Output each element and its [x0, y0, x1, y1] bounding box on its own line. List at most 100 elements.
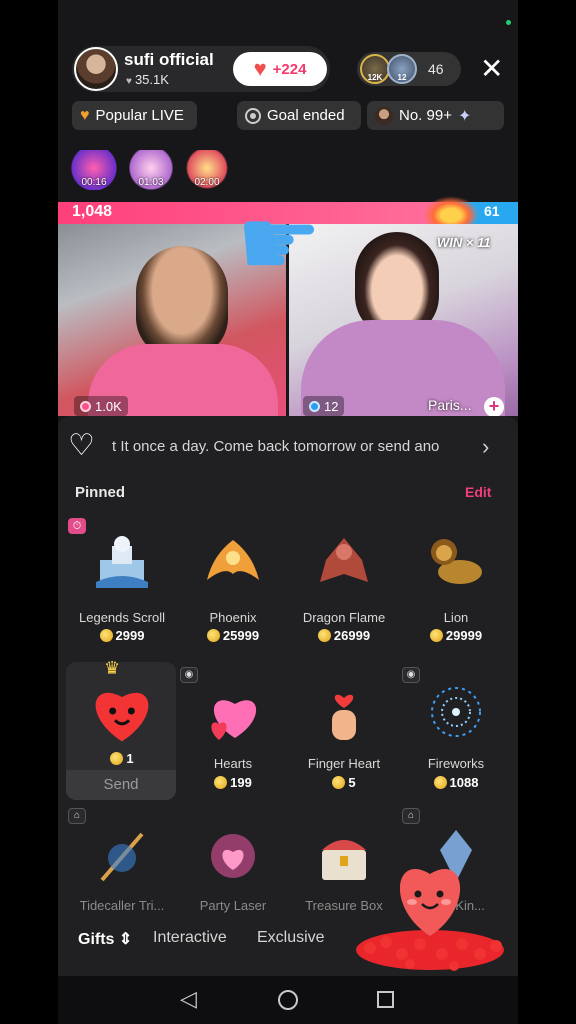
host-likes-count: 35.1K: [134, 72, 169, 87]
gift-price-value: 29999: [445, 628, 483, 643]
laser-icon: [211, 834, 255, 878]
gift-price-value: 25999: [222, 628, 260, 643]
rank-label: No. 99+: [399, 107, 452, 124]
heart-icon: ♥: [253, 56, 267, 81]
gift-name: Hearts: [213, 756, 253, 771]
host-avatar[interactable]: [74, 47, 118, 91]
dancer-icon: ✦: [457, 107, 472, 125]
left-score: 1,048: [72, 203, 113, 220]
gift-price: 26999: [288, 628, 400, 643]
opponent-stat[interactable]: 12: [303, 396, 345, 416]
coin-icon: [99, 629, 113, 642]
gift-price-value: 2999: [115, 628, 145, 643]
heart-mascot-icon: [356, 868, 504, 971]
gift-item[interactable]: Lion 29999: [400, 530, 512, 660]
status-indicator: [506, 20, 511, 25]
viewer-avatar-badge: 12: [397, 73, 407, 82]
dragon-icon: [320, 538, 368, 582]
chevron-right-icon[interactable]: ›: [482, 434, 489, 460]
gift-price: 5: [288, 775, 400, 790]
gift-item[interactable]: Legends Scroll 2999: [66, 530, 178, 660]
edit-button[interactable]: Edit: [465, 484, 491, 500]
back-icon[interactable]: ◁: [180, 986, 197, 1012]
like-button[interactable]: ♥ +224: [233, 52, 327, 86]
gift-price: 199: [177, 775, 289, 790]
gift-item[interactable]: Dragon Flame 26999: [288, 530, 400, 660]
gift-price: 2999: [66, 628, 178, 643]
gift-name: Finger Heart: [307, 756, 381, 771]
gift-name: Fireworks: [427, 756, 485, 771]
lion-icon: [431, 539, 482, 584]
win-streak-label: WIN × 11: [437, 235, 491, 250]
gift-price-value: 199: [230, 775, 252, 790]
goal-badge[interactable]: Goal ended: [237, 101, 361, 130]
coin-icon: [206, 629, 220, 642]
gift-name: Phoenix: [209, 610, 257, 625]
heart-outline-icon: ♡: [68, 429, 95, 462]
tab-gifts[interactable]: Gifts ⇕: [78, 929, 132, 949]
home-icon[interactable]: [278, 990, 298, 1010]
popular-live-badge[interactable]: ♥ Popular LIVE: [72, 101, 197, 130]
close-icon[interactable]: ✕: [480, 55, 503, 83]
phoenix-icon: [207, 540, 259, 580]
tab-exclusive[interactable]: Exclusive: [257, 929, 325, 947]
coin-icon: [433, 776, 447, 789]
notice-text: t It once a day. Come back tomorrow or s…: [112, 438, 440, 455]
host-stat-value: 1.0K: [95, 398, 122, 414]
gift-name: Legends Scroll: [79, 610, 165, 625]
user-avatar-icon: [375, 106, 393, 125]
pinned-title: Pinned: [75, 484, 126, 501]
gift-price: 25999: [177, 628, 289, 643]
coin-icon: [110, 752, 124, 765]
sound-icon: ◉: [402, 667, 420, 683]
coin-icon: [317, 629, 331, 642]
hearts-icon: [211, 700, 257, 740]
viewer-avatar[interactable]: 12K: [360, 54, 390, 84]
tab-interactive[interactable]: Interactive: [153, 929, 227, 947]
recent-apps-icon[interactable]: [377, 991, 394, 1008]
popular-live-label: Popular LIVE: [95, 107, 184, 124]
stat-dot-icon: [309, 400, 320, 412]
sound-icon: ◉: [180, 667, 198, 683]
gift-price: 29999: [400, 628, 512, 643]
effect-timer: 00:16: [81, 177, 107, 188]
opponent-video[interactable]: [289, 224, 518, 416]
tab-gifts-label: Gifts: [78, 931, 115, 948]
send-button[interactable]: Send: [66, 770, 176, 800]
gift-price: 1: [66, 751, 178, 766]
right-score: 61: [484, 203, 500, 219]
gift-price-value: 1088: [449, 775, 479, 790]
gift-item[interactable]: Phoenix 25999: [177, 530, 289, 660]
host-stat[interactable]: 1.0K: [74, 396, 128, 416]
gift-price: 1088: [400, 775, 512, 790]
castle-icon: [96, 536, 148, 588]
finger-heart-icon: [332, 694, 356, 740]
gift-name: Tidecaller Tri...: [79, 898, 165, 913]
viewer-avatar-badge: 12K: [367, 73, 383, 82]
gift-type-icon: ⌂: [402, 808, 420, 824]
heart-icon: ♥: [126, 76, 132, 87]
heart-icon: ♥: [80, 106, 90, 124]
effect-timer: 02:00: [194, 177, 220, 188]
viewer-avatar[interactable]: 12: [387, 54, 417, 84]
add-icon[interactable]: +: [484, 397, 504, 417]
heart-face-icon: [95, 692, 149, 742]
gift-name: Party Laser: [199, 898, 267, 913]
gift-item[interactable]: Finger Heart 5: [288, 684, 400, 814]
gift-name: Lion: [443, 610, 469, 625]
gift-price-value: 5: [348, 775, 356, 790]
trident-icon: [100, 832, 144, 882]
fireworks-icon: [431, 687, 481, 737]
host-likes: ♥ 35.1K: [126, 72, 169, 87]
gift-item[interactable]: Fireworks 1088: [400, 684, 512, 814]
gift-price-value: 1: [126, 751, 134, 766]
goal-label: Goal ended: [267, 107, 345, 124]
gift-item[interactable]: Hearts 199: [177, 684, 289, 814]
effect-timer: 01:03: [138, 177, 164, 188]
host-name: sufi official: [124, 50, 214, 69]
rank-badge[interactable]: No. 99+ ✦: [367, 101, 504, 130]
viewer-count[interactable]: 46: [428, 61, 444, 77]
opponent-name[interactable]: Paris...: [428, 397, 472, 413]
opponent-stat-value: 12: [324, 398, 339, 414]
sort-icon: ⇕: [118, 931, 133, 948]
